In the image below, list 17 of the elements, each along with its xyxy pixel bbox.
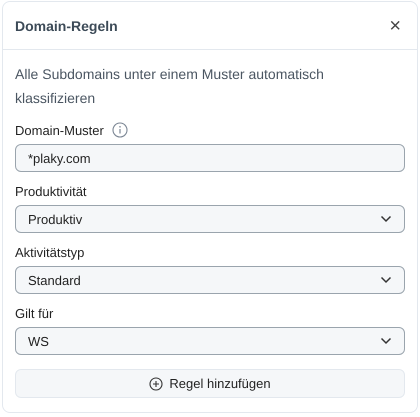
input-field[interactable]: *plaky.com [15, 144, 405, 172]
description-text: Alle Subdomains unter einem Muster automatisch klassifizieren [15, 65, 325, 108]
field-label: Domain-Muster [15, 122, 104, 138]
chevron-icon [380, 215, 392, 223]
info-icon[interactable] [112, 122, 128, 138]
dropdown[interactable]: Produktiv [15, 205, 405, 233]
field-label: Gilt für [15, 306, 54, 320]
close-button[interactable]: × [385, 16, 405, 36]
dropdown[interactable]: Standard [15, 266, 405, 294]
field-label: Produktivität [15, 184, 87, 198]
field-label: Aktivitätstyp [15, 244, 84, 260]
chevron-icon [380, 276, 392, 284]
plus-icon [149, 376, 164, 390]
chevron-icon [380, 337, 392, 345]
dialog-title: Domain-Regeln [15, 18, 118, 34]
add-rule-button[interactable]: Regel hinzufügen [15, 369, 405, 398]
dropdown[interactable]: WS [15, 327, 405, 355]
